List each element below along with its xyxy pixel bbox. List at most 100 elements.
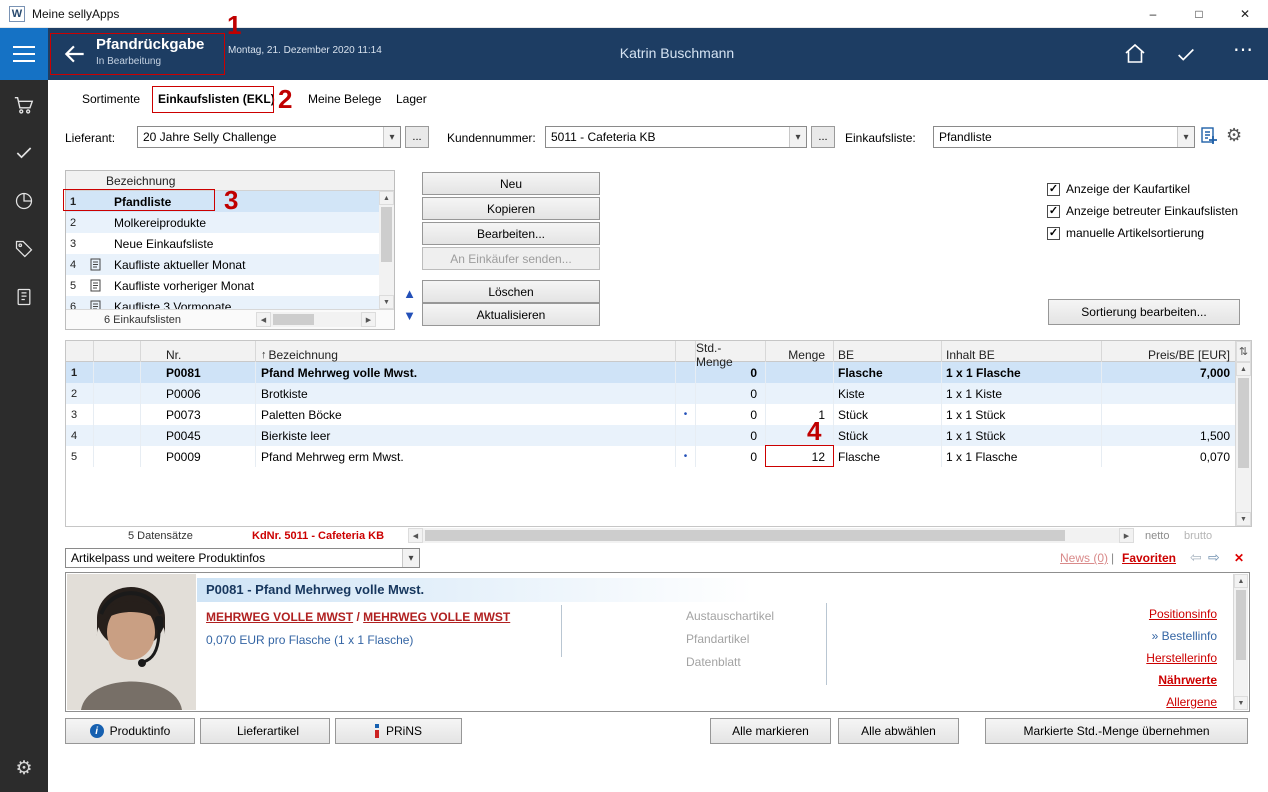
checkbox-manuelle-sortierung[interactable]: ✓ manuelle Artikelsortierung [1047, 225, 1204, 241]
scroll-up-icon[interactable]: ▲ [1234, 574, 1248, 588]
checkbox-anzeige-kaufartikel[interactable]: ✓ Anzeige der Kaufartikel [1047, 181, 1190, 197]
neu-button[interactable]: Neu [422, 172, 600, 195]
list-row-number: 5 [66, 280, 86, 292]
maximize-button[interactable]: □ [1176, 0, 1222, 28]
price-tag-icon[interactable] [0, 234, 48, 264]
table-vertical-scrollbar[interactable]: ⇅ ▲ ▼ [1235, 341, 1251, 526]
kopieren-button[interactable]: Kopieren [422, 197, 600, 220]
journal-icon[interactable] [0, 282, 48, 312]
brutto-toggle[interactable]: brutto [1184, 530, 1212, 542]
favoriten-link[interactable]: Favoriten [1122, 551, 1176, 565]
settings-gear-icon[interactable]: ⚙ [0, 757, 48, 780]
article-menge[interactable] [766, 383, 834, 404]
article-menge[interactable] [766, 425, 834, 446]
naehrwerte-link[interactable]: Nährwerte [1158, 673, 1217, 687]
herstellerinfo-link[interactable]: Herstellerinfo [1146, 651, 1217, 665]
allergene-link[interactable]: Allergene [1166, 695, 1217, 709]
sortierung-bearbeiten-button[interactable]: Sortierung bearbeiten... [1048, 299, 1240, 325]
alle-abwaehlen-button[interactable]: Alle abwählen [838, 718, 959, 744]
scroll-right-icon[interactable]: ▶ [361, 312, 376, 327]
kundennummer-dropdown[interactable]: 5011 - Cafeteria KB ▾ [545, 126, 807, 148]
loeschen-button[interactable]: Löschen [422, 280, 600, 303]
table-horizontal-scrollbar[interactable]: ◀ ▶ [408, 528, 1134, 543]
lieferant-more-button[interactable]: ... [405, 126, 429, 148]
datenblatt-link[interactable]: Datenblatt [686, 655, 741, 669]
article-row-p0073[interactable]: 3 P0073 Paletten Böcke • 0 1 Stück 1 x 1… [66, 404, 1251, 425]
warengruppe-link-2[interactable]: MEHRWEG VOLLE MWST [363, 610, 510, 624]
article-row-p0045[interactable]: 4 P0045 Bierkiste leer 0 Stück 1 x 1 Stü… [66, 425, 1251, 446]
scroll-track[interactable] [271, 312, 361, 327]
scroll-thumb[interactable] [1236, 590, 1246, 660]
pfandartikel-link[interactable]: Pfandartikel [686, 632, 749, 646]
move-up-button[interactable]: ▲ [400, 283, 419, 303]
confirm-check-icon[interactable] [1175, 44, 1197, 69]
scroll-thumb[interactable] [1238, 378, 1249, 468]
pie-chart-icon[interactable] [0, 186, 48, 216]
list-row-kaufliste-vorher[interactable]: 5 Kaufliste vorheriger Monat [66, 275, 394, 296]
home-icon[interactable] [1123, 42, 1147, 69]
new-list-icon[interactable] [1200, 126, 1220, 150]
article-row-p0006[interactable]: 2 P0006 Brotkiste 0 Kiste 1 x 1 Kiste [66, 383, 1251, 404]
back-arrow-icon[interactable] [62, 41, 88, 70]
scroll-thumb[interactable] [381, 207, 392, 262]
scroll-down-icon[interactable]: ▼ [1234, 696, 1248, 710]
lieferant-dropdown[interactable]: 20 Jahre Selly Challenge ▾ [137, 126, 401, 148]
scroll-track[interactable] [423, 528, 1119, 543]
article-row-p0009[interactable]: 5 P0009 Pfand Mehrweg erm Mwst. • 0 12 F… [66, 446, 1251, 467]
article-menge[interactable]: 1 [766, 404, 834, 425]
tab-sortimente[interactable]: Sortimente [82, 92, 140, 106]
produktinfo-button[interactable]: iProduktinfo [65, 718, 195, 744]
std-menge-uebernehmen-button[interactable]: Markierte Std.-Menge übernehmen [985, 718, 1248, 744]
lists-horizontal-scrollbar[interactable]: ◀ ▶ [256, 312, 376, 327]
bearbeiten-button[interactable]: Bearbeiten... [422, 222, 600, 245]
more-options-icon[interactable]: ⋯ [1233, 37, 1255, 62]
article-menge[interactable]: 12 [766, 446, 834, 467]
positionsinfo-link[interactable]: Positionsinfo [1149, 607, 1217, 621]
netto-toggle[interactable]: netto [1145, 530, 1169, 542]
close-info-panel-icon[interactable]: ✕ [1234, 551, 1244, 565]
news-link[interactable]: News (0) [1060, 551, 1108, 565]
alle-markieren-button[interactable]: Alle markieren [710, 718, 831, 744]
list-row-neue-einkaufsliste[interactable]: 3 Neue Einkaufsliste [66, 233, 394, 254]
aktualisieren-button[interactable]: Aktualisieren [422, 303, 600, 326]
prins-button[interactable]: PRiNS [335, 718, 462, 744]
austauschartikel-link[interactable]: Austauschartikel [686, 609, 774, 623]
tab-lager[interactable]: Lager [396, 92, 427, 106]
nav-next-icon[interactable]: ⇨ [1208, 549, 1220, 566]
cart-icon[interactable] [0, 90, 48, 120]
scroll-right-icon[interactable]: ▶ [1119, 528, 1134, 543]
tab-einkaufslisten[interactable]: Einkaufslisten (EKL) [158, 92, 275, 106]
tab-meine-belege[interactable]: Meine Belege [308, 92, 381, 106]
hamburger-menu-button[interactable] [0, 28, 48, 80]
move-down-button[interactable]: ▼ [400, 305, 419, 325]
info-selector-dropdown[interactable]: Artikelpass und weitere Produktinfos ▾ [65, 548, 420, 568]
lists-column-header[interactable]: Bezeichnung [66, 171, 394, 191]
einkaufsliste-dropdown[interactable]: Pfandliste ▾ [933, 126, 1195, 148]
tasks-check-icon[interactable] [0, 138, 48, 168]
list-settings-gear-icon[interactable]: ⚙ [1226, 125, 1242, 146]
page-title: Pfandrückgabe [96, 36, 204, 53]
scroll-down-icon[interactable]: ▼ [1236, 512, 1251, 526]
modified-dot-icon: • [676, 404, 696, 425]
list-row-kaufliste-aktuell[interactable]: 4 Kaufliste aktueller Monat [66, 254, 394, 275]
lieferartikel-button[interactable]: Lieferartikel [200, 718, 330, 744]
list-row-pfandliste[interactable]: 1 Pfandliste [66, 191, 394, 212]
nav-prev-icon[interactable]: ⇦ [1190, 549, 1202, 566]
scroll-left-icon[interactable]: ◀ [256, 312, 271, 327]
table-sort-icon[interactable]: ⇅ [1236, 341, 1251, 362]
minimize-button[interactable]: – [1130, 0, 1176, 28]
close-button[interactable]: ✕ [1222, 0, 1268, 28]
bestellinfo-link[interactable]: » Bestellinfo [1152, 629, 1217, 643]
info-vertical-scrollbar[interactable]: ▲ ▼ [1233, 574, 1248, 710]
lists-vertical-scrollbar[interactable]: ▲ ▼ [379, 191, 394, 309]
kundennummer-more-button[interactable]: ... [811, 126, 835, 148]
article-row-p0081[interactable]: 1 P0081 Pfand Mehrweg volle Mwst. 0 Flas… [66, 362, 1251, 383]
article-menge[interactable] [766, 362, 834, 383]
scroll-down-icon[interactable]: ▼ [379, 295, 394, 309]
scroll-up-icon[interactable]: ▲ [1236, 362, 1251, 376]
scroll-up-icon[interactable]: ▲ [379, 191, 394, 205]
list-row-molkereiprodukte[interactable]: 2 Molkereiprodukte [66, 212, 394, 233]
checkbox-anzeige-betreuter[interactable]: ✓ Anzeige betreuter Einkaufslisten [1047, 203, 1238, 219]
warengruppe-link-1[interactable]: MEHRWEG VOLLE MWST [206, 610, 353, 624]
scroll-left-icon[interactable]: ◀ [408, 528, 423, 543]
